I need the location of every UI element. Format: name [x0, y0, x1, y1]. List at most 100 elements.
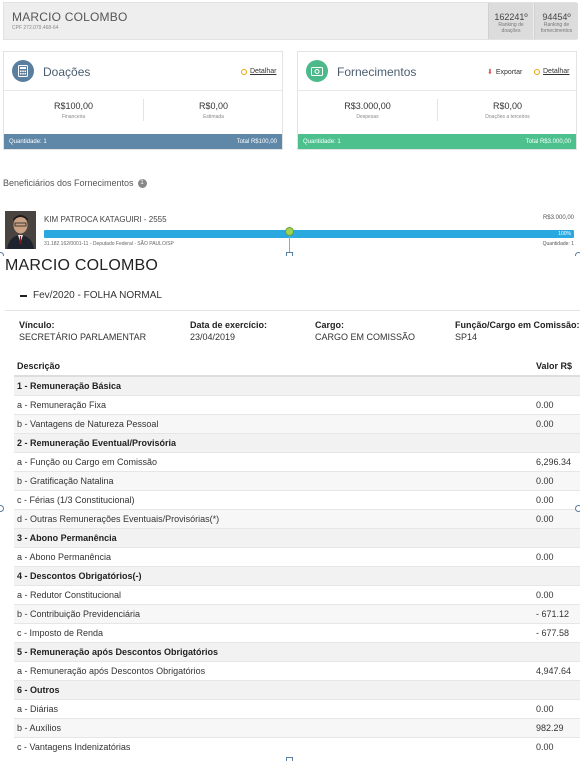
- fornecimentos-qty: Quantidade: 1: [303, 138, 341, 145]
- row-description: a - Abono Permanência: [14, 546, 533, 566]
- doacoes-card-header: Doações Detalhar: [4, 52, 282, 91]
- fornecimentos-detail-label: Detalhar: [543, 68, 570, 75]
- doacoes-estimada-value: R$0,00: [198, 101, 229, 111]
- download-icon: ⬇: [487, 69, 493, 76]
- remuneracao-period-toggle[interactable]: Fev/2020 - FOLHA NORMAL: [20, 290, 162, 301]
- table-row: a - Diárias 0.00: [14, 698, 580, 718]
- row-value: 0.00: [533, 394, 580, 414]
- doacoes-estimada-label: Estimada: [203, 114, 224, 120]
- beneficiario-qty: Quantidade: 1: [542, 241, 574, 247]
- field-funcao: Função/Cargo em Comissão: SP14: [455, 320, 580, 342]
- row-value: - 671.12: [533, 603, 580, 623]
- doacoes-detail-link[interactable]: Detalhar: [241, 68, 276, 75]
- divider: [5, 310, 580, 311]
- field-funcao-value: SP14: [455, 332, 478, 342]
- beneficiarios-heading: Beneficiários dos Fornecimentos 1: [3, 178, 147, 188]
- remuneracao-table: Descrição Valor R$ 1 - Remuneração Básic…: [14, 357, 580, 756]
- row-value: 0.00: [533, 508, 580, 528]
- row-value: 982.29: [533, 717, 580, 737]
- fornecimentos-title: Fornecimentos: [337, 65, 417, 79]
- table-row: b - Vantagens de Natureza Pessoal 0.00: [14, 413, 580, 433]
- row-description: a - Remuneração após Descontos Obrigatór…: [14, 660, 533, 680]
- profile-name: MARCIO COLOMBO: [12, 10, 128, 24]
- row-description: d - Outras Remunerações Eventuais/Provis…: [14, 508, 533, 528]
- doacoes-qty: Quantidade: 1: [9, 138, 47, 145]
- profile-header: MARCIO COLOMBO CPF 272.079.468-64 162241…: [3, 2, 578, 40]
- row-description: 5 - Remuneração após Descontos Obrigatór…: [14, 641, 533, 661]
- row-value: [533, 375, 580, 395]
- row-value: - 677.58: [533, 622, 580, 642]
- table-row: c - Vantagens Indenizatórias 0.00: [14, 736, 580, 756]
- fornecimentos-terceiros-label: Doações a terceiros: [485, 114, 530, 120]
- table-row: a - Abono Permanência 0.00: [14, 546, 580, 566]
- fornecimentos-values: R$3.000,00 Despesas R$0,00 Doações a ter…: [298, 91, 576, 133]
- doacoes-card: Doações Detalhar R$100,00 Financeira R$0…: [3, 51, 283, 150]
- column-valor: Valor R$: [533, 357, 580, 377]
- row-description: b - Vantagens de Natureza Pessoal: [14, 413, 533, 433]
- row-description: b - Auxílios: [14, 717, 533, 737]
- table-row: a - Redutor Constitucional 0.00: [14, 584, 580, 604]
- row-description: c - Vantagens Indenizatórias: [14, 736, 533, 756]
- field-data-exercicio: Data de exercício: 23/04/2019: [190, 320, 267, 342]
- row-value: 0.00: [533, 470, 580, 490]
- table-row: c - Férias (1/3 Constitucional) 0.00: [14, 489, 580, 509]
- table-row: b - Gratificação Natalina 0.00: [14, 470, 580, 490]
- row-description: a - Redutor Constitucional: [14, 584, 533, 604]
- row-value: 0.00: [533, 736, 580, 756]
- field-vinculo-value: SECRETÁRIO PARLAMENTAR: [19, 332, 147, 342]
- ranking-fornecimentos: 94454º Ranking de fornecimentos: [534, 3, 578, 39]
- fornecimentos-card-header: Fornecimentos ⬇ Exportar Detalhar: [298, 52, 576, 91]
- table-section-row: 2 - Remuneração Eventual/Provisória: [14, 432, 580, 452]
- ranking-doacoes: 162241º Ranking de doações: [488, 3, 533, 39]
- row-description: a - Função ou Cargo em Comissão: [14, 451, 533, 471]
- beneficiario-info: 31.182.162/0001-11 - Deputado Federal - …: [44, 241, 174, 247]
- field-vinculo: Vínculo: SECRETÁRIO PARLAMENTAR: [19, 320, 146, 342]
- collapse-icon: [20, 294, 27, 297]
- doacoes-financeira-value: R$100,00: [53, 101, 94, 111]
- profile-cpf: CPF 272.079.468-64: [12, 25, 59, 31]
- fornecimentos-despesas-label: Despesas: [356, 114, 379, 120]
- row-description: 1 - Remuneração Básica: [14, 375, 533, 395]
- row-value: 4,947.64: [533, 660, 580, 680]
- ranking-doacoes-value: 162241º: [494, 12, 528, 22]
- row-value: [533, 679, 580, 699]
- beneficiario-value: R$3.000,00: [542, 215, 574, 221]
- field-cargo-value: CARGO EM COMISSÃO: [315, 332, 416, 342]
- avatar: [5, 211, 36, 249]
- row-description: c - Férias (1/3 Constitucional): [14, 489, 533, 509]
- ranking-fornecimentos-value: 94454º: [542, 12, 571, 22]
- table-row: b - Auxílios 982.29: [14, 717, 580, 737]
- table-row: d - Outras Remunerações Eventuais/Provis…: [14, 508, 580, 528]
- row-description: b - Contribuição Previdenciária: [14, 603, 533, 623]
- row-value: [533, 527, 580, 547]
- beneficiario-percent: 100%: [558, 231, 571, 237]
- row-value: 6,296.34: [533, 451, 580, 471]
- doacoes-values: R$100,00 Financeira R$0,00 Estimada: [4, 91, 282, 133]
- fornecimentos-terceiros-value: R$0,00: [492, 101, 523, 111]
- circle-icon: [241, 68, 247, 75]
- circle-icon: [534, 68, 540, 75]
- fornecimentos-total: Total R$3.000,00: [525, 138, 571, 145]
- field-data-exercicio-value: 23/04/2019: [190, 332, 236, 342]
- resize-handle-bottom[interactable]: [286, 757, 293, 761]
- field-funcao-label: Função/Cargo em Comissão:: [455, 320, 580, 330]
- row-description: 3 - Abono Permanência: [14, 527, 533, 547]
- row-value: [533, 432, 580, 452]
- doacoes-title: Doações: [43, 65, 91, 79]
- field-data-exercicio-label: Data de exercício:: [190, 320, 268, 330]
- rotate-handle[interactable]: [285, 227, 294, 236]
- row-description: a - Remuneração Fixa: [14, 394, 533, 414]
- fornecimentos-export-link[interactable]: ⬇ Exportar: [487, 68, 522, 77]
- table-row: a - Função ou Cargo em Comissão 6,296.34: [14, 451, 580, 471]
- table-section-row: 3 - Abono Permanência: [14, 527, 580, 547]
- fornecimentos-detail-link[interactable]: Detalhar: [534, 68, 569, 75]
- beneficiario-name: KIM PATROCA KATAGUIRI - 2555: [44, 215, 167, 224]
- resize-handle-right[interactable]: [575, 505, 580, 512]
- table-section-row: 1 - Remuneração Básica: [14, 375, 580, 395]
- field-cargo: Cargo: CARGO EM COMISSÃO: [315, 320, 415, 342]
- row-description: c - Imposto de Renda: [14, 622, 533, 642]
- row-description: b - Gratificação Natalina: [14, 470, 533, 490]
- remuneracao-period: Fev/2020 - FOLHA NORMAL: [33, 290, 162, 301]
- table-row: a - Remuneração Fixa 0.00: [14, 394, 580, 414]
- table-header-row: Descrição Valor R$: [14, 357, 580, 377]
